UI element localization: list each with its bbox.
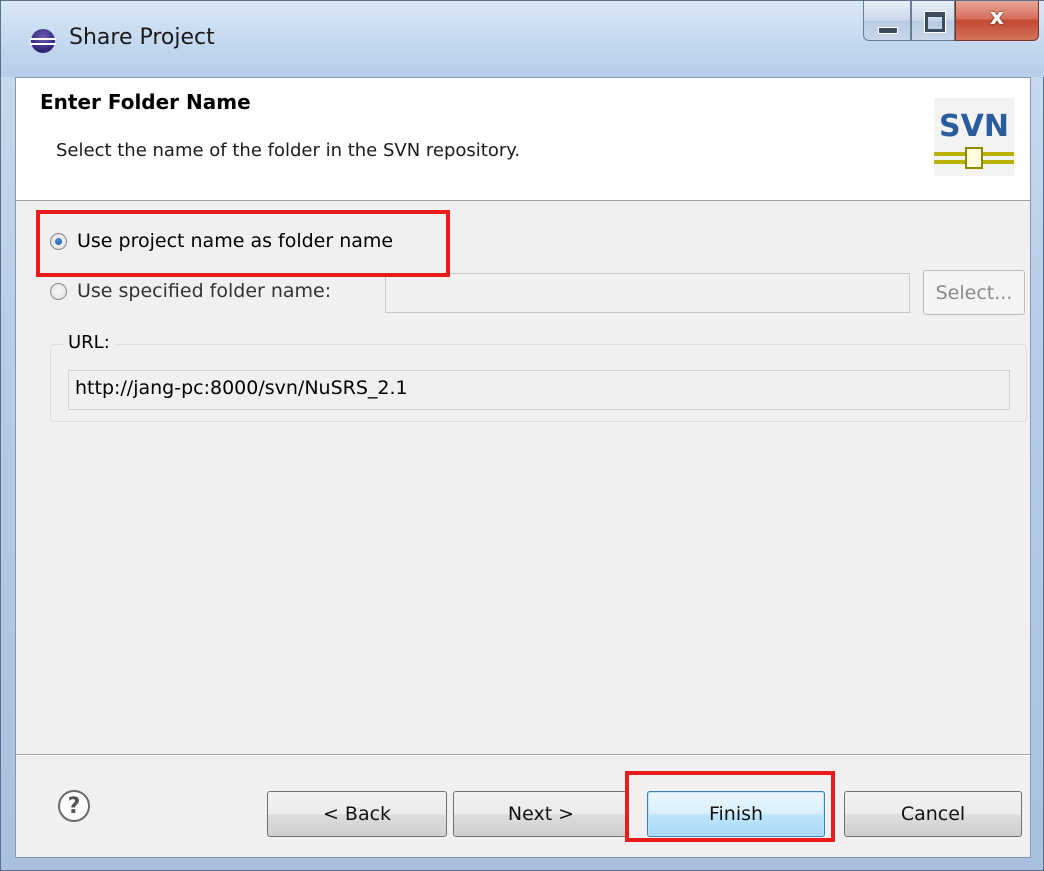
- svn-logo-text: SVN: [939, 109, 1009, 144]
- url-field[interactable]: http://jang-pc:8000/svn/NuSRS_2.1: [68, 370, 1010, 410]
- window-controls: x: [863, 1, 1039, 45]
- eclipse-icon: [30, 29, 56, 53]
- folder-name-field[interactable]: [385, 273, 910, 313]
- minimize-icon: [878, 27, 898, 34]
- use-project-name-radio[interactable]: [50, 232, 67, 250]
- footer-divider: [16, 754, 1030, 756]
- dialog-content: Enter Folder Name Select the name of the…: [15, 77, 1031, 858]
- use-specified-name-label: Use specified folder name:: [77, 280, 332, 302]
- cancel-button[interactable]: Cancel: [844, 791, 1022, 837]
- minimize-button[interactable]: [863, 1, 911, 41]
- back-button[interactable]: < Back: [267, 791, 447, 837]
- use-project-name-option[interactable]: Use project name as folder name: [50, 230, 393, 252]
- share-project-window: Share Project x Enter Folder Name Select…: [0, 0, 1044, 871]
- next-button[interactable]: Next >: [453, 791, 629, 837]
- page-title: Enter Folder Name: [40, 90, 251, 114]
- svn-logo-icon: SVN: [934, 98, 1014, 176]
- finish-button[interactable]: Finish: [647, 791, 825, 837]
- use-specified-name-radio[interactable]: [50, 282, 67, 300]
- use-specified-name-option[interactable]: Use specified folder name:: [50, 280, 331, 302]
- window-title: Share Project: [69, 25, 215, 50]
- url-label: URL:: [64, 332, 114, 353]
- close-button[interactable]: x: [955, 1, 1039, 41]
- wizard-header: Enter Folder Name Select the name of the…: [16, 78, 1030, 201]
- maximize-button[interactable]: [911, 1, 955, 41]
- maximize-icon: [925, 12, 945, 32]
- select-folder-button[interactable]: Select...: [923, 270, 1025, 315]
- help-icon[interactable]: ?: [58, 790, 90, 822]
- use-project-name-label: Use project name as folder name: [77, 230, 394, 252]
- close-icon: x: [989, 5, 1005, 30]
- page-description: Select the name of the folder in the SVN…: [56, 140, 521, 161]
- title-bar[interactable]: Share Project x: [1, 1, 1044, 77]
